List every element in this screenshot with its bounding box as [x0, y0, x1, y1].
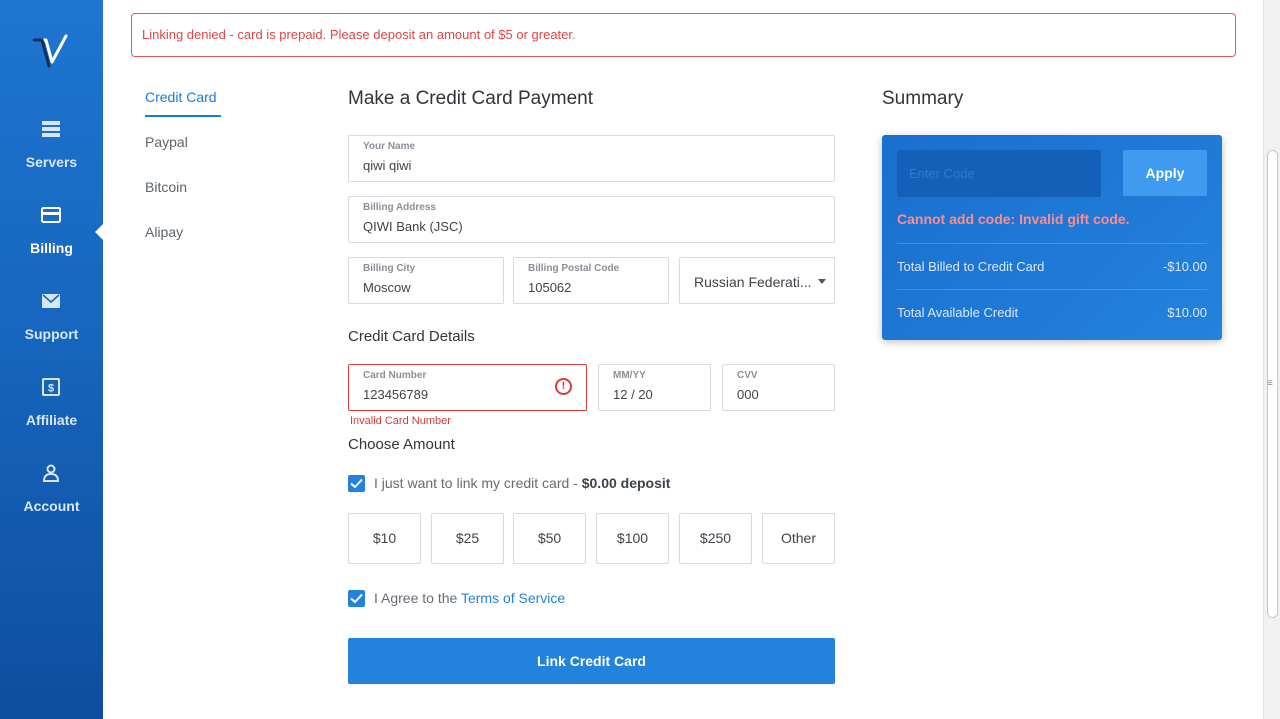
summary-title: Summary — [882, 88, 964, 109]
expiry-field[interactable]: MM/YY 12 / 20 — [598, 364, 711, 411]
servers-icon — [42, 121, 60, 137]
select-value: Russian Federati... — [694, 274, 812, 290]
field-value: 000 — [737, 387, 759, 402]
field-value: qiwi qiwi — [363, 158, 412, 173]
link-only-text: I just want to link my credit card - — [374, 475, 578, 491]
field-value: QIWI Bank (JSC) — [363, 219, 463, 234]
amount-button-50[interactable]: $50 — [513, 513, 586, 564]
total-billed-value: -$10.00 — [1162, 259, 1207, 274]
link-only-label: I just want to link my credit card - $0.… — [374, 475, 670, 491]
summary-panel: Apply Cannot add code: Invalid gift code… — [882, 135, 1222, 340]
active-nav-pointer — [95, 224, 103, 240]
divider — [897, 289, 1207, 290]
code-error-message: Cannot add code: Invalid gift code. — [897, 211, 1130, 227]
cvv-field[interactable]: CVV 000 — [722, 364, 835, 411]
country-select[interactable]: Russian Federati... — [679, 257, 835, 304]
choose-amount-title: Choose Amount — [348, 436, 455, 453]
terms-label: I Agree to the Terms of Service — [374, 590, 565, 606]
tab-bitcoin[interactable]: Bitcoin — [145, 179, 187, 195]
checkmark-icon — [350, 593, 363, 604]
amount-button-250[interactable]: $250 — [679, 513, 752, 564]
sidebar-item-label: Billing — [30, 240, 73, 256]
sidebar-item-affiliate[interactable]: $ Affiliate — [0, 370, 103, 450]
field-label: Your Name — [363, 141, 416, 152]
checkmark-icon — [350, 478, 363, 489]
card-number-field[interactable]: Card Number 123456789 ! — [348, 364, 587, 411]
tab-credit-card[interactable]: Credit Card — [145, 89, 217, 105]
sidebar-item-servers[interactable]: Servers — [0, 112, 103, 192]
field-label: Billing Postal Code — [528, 263, 620, 274]
terms-link[interactable]: Terms of Service — [461, 590, 565, 606]
svg-text:$: $ — [48, 383, 54, 395]
tab-alipay[interactable]: Alipay — [145, 224, 183, 240]
name-field[interactable]: Your Name qiwi qiwi — [348, 135, 835, 182]
credit-card-icon — [41, 207, 61, 223]
field-label: CVV — [737, 370, 758, 381]
card-details-title: Credit Card Details — [348, 328, 475, 345]
sidebar-item-label: Servers — [25, 154, 78, 170]
amount-button-100[interactable]: $100 — [596, 513, 669, 564]
billing-city-field[interactable]: Billing City Moscow — [348, 257, 504, 304]
field-label: Billing Address — [363, 202, 436, 213]
field-value: 105062 — [528, 280, 572, 295]
user-icon — [42, 464, 60, 482]
amount-button-other[interactable]: Other — [762, 513, 835, 564]
total-billed-label: Total Billed to Credit Card — [897, 259, 1045, 274]
envelope-icon — [42, 294, 60, 308]
divider — [897, 243, 1207, 244]
amount-button-10[interactable]: $10 — [348, 513, 421, 564]
link-only-amount: $0.00 deposit — [581, 475, 671, 491]
sidebar-item-label: Account — [23, 498, 80, 514]
billing-address-field[interactable]: Billing Address QIWI Bank (JSC) — [348, 196, 835, 243]
field-label: MM/YY — [613, 370, 646, 381]
field-value: Moscow — [363, 280, 411, 295]
total-credit-value: $10.00 — [1167, 305, 1207, 320]
sidebar-item-label: Support — [24, 326, 79, 342]
chevron-down-icon — [818, 279, 826, 284]
logo-icon[interactable] — [32, 34, 72, 74]
active-tab-underline — [145, 115, 221, 117]
link-credit-card-button[interactable]: Link Credit Card — [348, 638, 835, 684]
error-icon: ! — [555, 378, 572, 395]
gift-code-input[interactable] — [897, 150, 1101, 197]
page-title: Make a Credit Card Payment — [348, 88, 593, 109]
sidebar-item-support[interactable]: Support — [0, 284, 103, 364]
total-credit-label: Total Available Credit — [897, 305, 1019, 320]
field-label: Billing City — [363, 263, 416, 274]
terms-text: I Agree to the — [374, 590, 458, 606]
error-alert: Linking denied - card is prepaid. Please… — [131, 13, 1236, 57]
link-only-checkbox[interactable] — [348, 475, 365, 492]
field-value: 12 / 20 — [613, 387, 653, 402]
sidebar-item-label: Affiliate — [25, 412, 78, 428]
card-number-error: Invalid Card Number — [350, 415, 451, 427]
dollar-icon: $ — [42, 378, 60, 396]
apply-button[interactable]: Apply — [1123, 150, 1207, 196]
sidebar-item-account[interactable]: Account — [0, 456, 103, 536]
vertical-scrollbar[interactable] — [1263, 0, 1280, 719]
sidebar: Servers Billing Support $ Affiliate Acco… — [0, 0, 103, 719]
alert-message: Linking denied - card is prepaid. Please… — [142, 27, 576, 42]
billing-postal-field[interactable]: Billing Postal Code 105062 — [513, 257, 669, 304]
field-value: 123456789 — [363, 387, 429, 402]
sidebar-item-billing[interactable]: Billing — [0, 198, 103, 278]
amount-button-25[interactable]: $25 — [431, 513, 504, 564]
terms-checkbox[interactable] — [348, 590, 365, 607]
tab-paypal[interactable]: Paypal — [145, 134, 188, 150]
scrollbar-grip-icon: ≡ — [1267, 378, 1273, 389]
field-label: Card Number — [363, 370, 427, 381]
